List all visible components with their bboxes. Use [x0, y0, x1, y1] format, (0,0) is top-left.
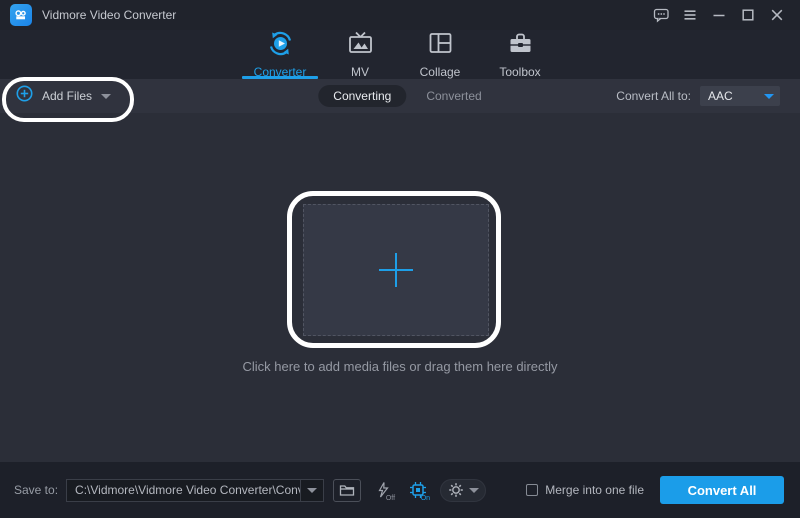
tab-toolbox-label: Toolbox [499, 65, 541, 79]
toolbox-icon [507, 30, 534, 62]
titlebar: Vidmore Video Converter [0, 0, 800, 30]
save-path-field[interactable]: C:\Vidmore\Vidmore Video Converter\Conve… [66, 478, 325, 502]
tab-converted[interactable]: Converted [426, 89, 481, 103]
tab-collage[interactable]: Collage [400, 30, 480, 79]
high-speed-state: Off [385, 494, 396, 502]
converter-icon [267, 30, 294, 62]
convert-all-button[interactable]: Convert All [660, 476, 784, 504]
queue-tabs: Converting Converted [318, 79, 482, 113]
high-speed-toggle[interactable]: Off [370, 479, 396, 502]
feedback-icon[interactable] [650, 4, 672, 26]
tab-converting[interactable]: Converting [318, 85, 407, 107]
tab-toolbox[interactable]: Toolbox [480, 30, 560, 79]
add-files-caret-icon [101, 93, 112, 99]
toolbar: Add Files Converting Converted Convert A… [0, 79, 800, 113]
tab-converter[interactable]: Converter [240, 30, 320, 79]
menu-icon[interactable] [679, 4, 701, 26]
format-caret-icon [764, 93, 774, 99]
add-plus-icon [16, 85, 33, 107]
add-files-label: Add Files [42, 89, 93, 103]
gear-icon [448, 483, 463, 497]
dropzone-plus-icon [379, 253, 413, 287]
format-select[interactable]: AAC [700, 86, 780, 106]
app-title: Vidmore Video Converter [42, 8, 177, 22]
tab-converter-label: Converter [253, 65, 307, 79]
dropzone-hint: Click here to add media files or drag th… [242, 359, 558, 374]
gpu-toggle[interactable]: On [405, 479, 431, 502]
format-value: AAC [708, 89, 733, 103]
gpu-state: On [420, 494, 431, 502]
file-list-area: Click here to add media files or drag th… [0, 113, 800, 462]
convert-all-to-label: Convert All to: [616, 89, 691, 103]
main-nav: Converter MV Collage Toolbox [0, 30, 800, 79]
collage-icon [427, 30, 454, 62]
close-icon[interactable] [766, 4, 788, 26]
tab-mv[interactable]: MV [320, 30, 400, 79]
save-path-value: C:\Vidmore\Vidmore Video Converter\Conve… [75, 483, 300, 497]
mv-icon [347, 30, 374, 62]
settings-caret-icon [468, 487, 479, 493]
add-files-button[interactable]: Add Files [16, 85, 112, 107]
convert-all-to-group: Convert All to: AAC [616, 86, 780, 106]
settings-button[interactable] [440, 478, 487, 502]
app-window: Vidmore Video Converter Converter MV Col… [0, 0, 800, 518]
minimize-icon[interactable] [708, 4, 730, 26]
save-to-label: Save to: [14, 483, 59, 497]
merge-label: Merge into one file [545, 483, 644, 497]
maximize-icon[interactable] [737, 4, 759, 26]
app-logo-icon [10, 4, 32, 26]
open-folder-button[interactable] [333, 478, 362, 502]
tab-mv-label: MV [351, 65, 369, 79]
save-path-caret[interactable] [301, 487, 323, 493]
bottombar: Save to: C:\Vidmore\Vidmore Video Conver… [0, 462, 800, 518]
tab-collage-label: Collage [419, 65, 461, 79]
dropzone[interactable] [303, 204, 489, 336]
merge-option[interactable]: Merge into one file [526, 483, 644, 497]
merge-checkbox[interactable] [526, 484, 539, 496]
